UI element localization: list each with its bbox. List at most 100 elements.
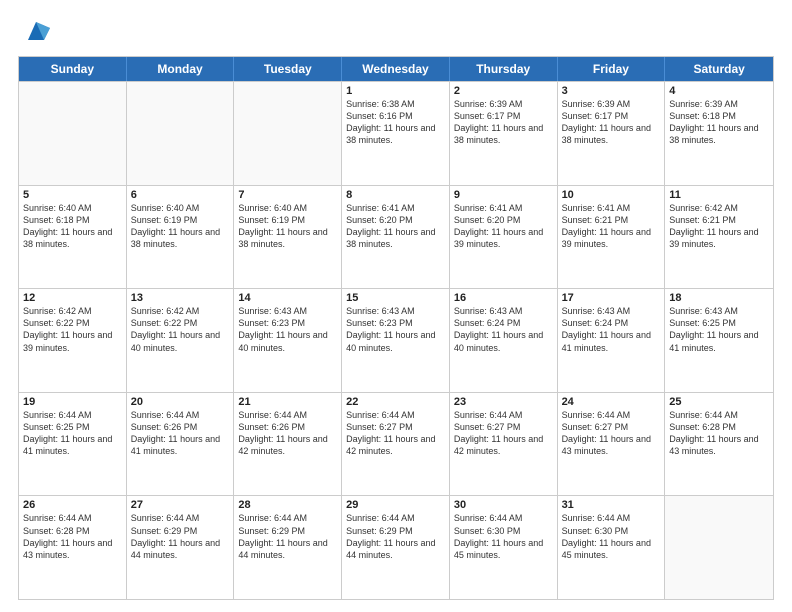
day-cell-24: 24Sunrise: 6:44 AM Sunset: 6:27 PM Dayli… xyxy=(558,393,666,496)
day-cell-19: 19Sunrise: 6:44 AM Sunset: 6:25 PM Dayli… xyxy=(19,393,127,496)
day-number: 8 xyxy=(346,189,445,201)
day-number: 13 xyxy=(131,292,230,304)
day-number: 27 xyxy=(131,499,230,511)
logo-icon xyxy=(22,18,50,46)
day-info: Sunrise: 6:44 AM Sunset: 6:27 PM Dayligh… xyxy=(346,409,445,458)
calendar-row-0: 1Sunrise: 6:38 AM Sunset: 6:16 PM Daylig… xyxy=(19,81,773,185)
day-cell-26: 26Sunrise: 6:44 AM Sunset: 6:28 PM Dayli… xyxy=(19,496,127,599)
day-info: Sunrise: 6:44 AM Sunset: 6:26 PM Dayligh… xyxy=(131,409,230,458)
day-info: Sunrise: 6:44 AM Sunset: 6:28 PM Dayligh… xyxy=(669,409,769,458)
page: SundayMondayTuesdayWednesdayThursdayFrid… xyxy=(0,0,792,612)
day-info: Sunrise: 6:43 AM Sunset: 6:25 PM Dayligh… xyxy=(669,305,769,354)
empty-cell xyxy=(234,82,342,185)
day-number: 30 xyxy=(454,499,553,511)
day-cell-18: 18Sunrise: 6:43 AM Sunset: 6:25 PM Dayli… xyxy=(665,289,773,392)
day-info: Sunrise: 6:44 AM Sunset: 6:25 PM Dayligh… xyxy=(23,409,122,458)
day-number: 25 xyxy=(669,396,769,408)
empty-cell xyxy=(127,82,235,185)
day-cell-4: 4Sunrise: 6:39 AM Sunset: 6:18 PM Daylig… xyxy=(665,82,773,185)
day-info: Sunrise: 6:42 AM Sunset: 6:22 PM Dayligh… xyxy=(131,305,230,354)
day-info: Sunrise: 6:43 AM Sunset: 6:23 PM Dayligh… xyxy=(238,305,337,354)
day-info: Sunrise: 6:44 AM Sunset: 6:29 PM Dayligh… xyxy=(131,512,230,561)
day-info: Sunrise: 6:44 AM Sunset: 6:30 PM Dayligh… xyxy=(562,512,661,561)
day-number: 22 xyxy=(346,396,445,408)
day-cell-28: 28Sunrise: 6:44 AM Sunset: 6:29 PM Dayli… xyxy=(234,496,342,599)
calendar-row-3: 19Sunrise: 6:44 AM Sunset: 6:25 PM Dayli… xyxy=(19,392,773,496)
day-number: 1 xyxy=(346,85,445,97)
day-info: Sunrise: 6:38 AM Sunset: 6:16 PM Dayligh… xyxy=(346,98,445,147)
day-info: Sunrise: 6:40 AM Sunset: 6:19 PM Dayligh… xyxy=(131,202,230,251)
calendar-row-4: 26Sunrise: 6:44 AM Sunset: 6:28 PM Dayli… xyxy=(19,495,773,599)
day-info: Sunrise: 6:39 AM Sunset: 6:17 PM Dayligh… xyxy=(454,98,553,147)
day-cell-7: 7Sunrise: 6:40 AM Sunset: 6:19 PM Daylig… xyxy=(234,186,342,289)
day-number: 9 xyxy=(454,189,553,201)
day-number: 24 xyxy=(562,396,661,408)
day-number: 10 xyxy=(562,189,661,201)
weekday-header-thursday: Thursday xyxy=(450,57,558,81)
day-number: 5 xyxy=(23,189,122,201)
day-number: 12 xyxy=(23,292,122,304)
day-number: 14 xyxy=(238,292,337,304)
day-cell-25: 25Sunrise: 6:44 AM Sunset: 6:28 PM Dayli… xyxy=(665,393,773,496)
weekday-header-wednesday: Wednesday xyxy=(342,57,450,81)
weekday-header-monday: Monday xyxy=(127,57,235,81)
day-cell-6: 6Sunrise: 6:40 AM Sunset: 6:19 PM Daylig… xyxy=(127,186,235,289)
day-number: 3 xyxy=(562,85,661,97)
day-info: Sunrise: 6:41 AM Sunset: 6:20 PM Dayligh… xyxy=(454,202,553,251)
day-number: 29 xyxy=(346,499,445,511)
day-info: Sunrise: 6:44 AM Sunset: 6:30 PM Dayligh… xyxy=(454,512,553,561)
calendar: SundayMondayTuesdayWednesdayThursdayFrid… xyxy=(18,56,774,600)
calendar-body: 1Sunrise: 6:38 AM Sunset: 6:16 PM Daylig… xyxy=(19,81,773,599)
day-cell-3: 3Sunrise: 6:39 AM Sunset: 6:17 PM Daylig… xyxy=(558,82,666,185)
day-number: 19 xyxy=(23,396,122,408)
day-info: Sunrise: 6:39 AM Sunset: 6:18 PM Dayligh… xyxy=(669,98,769,147)
weekday-header-saturday: Saturday xyxy=(665,57,773,81)
empty-cell xyxy=(19,82,127,185)
day-info: Sunrise: 6:43 AM Sunset: 6:24 PM Dayligh… xyxy=(454,305,553,354)
day-cell-21: 21Sunrise: 6:44 AM Sunset: 6:26 PM Dayli… xyxy=(234,393,342,496)
day-info: Sunrise: 6:44 AM Sunset: 6:26 PM Dayligh… xyxy=(238,409,337,458)
day-info: Sunrise: 6:44 AM Sunset: 6:28 PM Dayligh… xyxy=(23,512,122,561)
day-info: Sunrise: 6:41 AM Sunset: 6:20 PM Dayligh… xyxy=(346,202,445,251)
weekday-header-sunday: Sunday xyxy=(19,57,127,81)
day-number: 28 xyxy=(238,499,337,511)
calendar-row-2: 12Sunrise: 6:42 AM Sunset: 6:22 PM Dayli… xyxy=(19,288,773,392)
day-info: Sunrise: 6:40 AM Sunset: 6:19 PM Dayligh… xyxy=(238,202,337,251)
weekday-header-friday: Friday xyxy=(558,57,666,81)
day-cell-9: 9Sunrise: 6:41 AM Sunset: 6:20 PM Daylig… xyxy=(450,186,558,289)
day-number: 21 xyxy=(238,396,337,408)
day-cell-31: 31Sunrise: 6:44 AM Sunset: 6:30 PM Dayli… xyxy=(558,496,666,599)
day-info: Sunrise: 6:44 AM Sunset: 6:29 PM Dayligh… xyxy=(238,512,337,561)
header xyxy=(18,18,774,46)
empty-cell xyxy=(665,496,773,599)
day-cell-13: 13Sunrise: 6:42 AM Sunset: 6:22 PM Dayli… xyxy=(127,289,235,392)
day-info: Sunrise: 6:41 AM Sunset: 6:21 PM Dayligh… xyxy=(562,202,661,251)
day-info: Sunrise: 6:42 AM Sunset: 6:22 PM Dayligh… xyxy=(23,305,122,354)
day-cell-29: 29Sunrise: 6:44 AM Sunset: 6:29 PM Dayli… xyxy=(342,496,450,599)
day-info: Sunrise: 6:39 AM Sunset: 6:17 PM Dayligh… xyxy=(562,98,661,147)
weekday-header-tuesday: Tuesday xyxy=(234,57,342,81)
day-cell-23: 23Sunrise: 6:44 AM Sunset: 6:27 PM Dayli… xyxy=(450,393,558,496)
day-info: Sunrise: 6:42 AM Sunset: 6:21 PM Dayligh… xyxy=(669,202,769,251)
day-number: 18 xyxy=(669,292,769,304)
day-cell-1: 1Sunrise: 6:38 AM Sunset: 6:16 PM Daylig… xyxy=(342,82,450,185)
day-cell-12: 12Sunrise: 6:42 AM Sunset: 6:22 PM Dayli… xyxy=(19,289,127,392)
day-cell-27: 27Sunrise: 6:44 AM Sunset: 6:29 PM Dayli… xyxy=(127,496,235,599)
day-number: 15 xyxy=(346,292,445,304)
day-info: Sunrise: 6:44 AM Sunset: 6:27 PM Dayligh… xyxy=(454,409,553,458)
day-cell-11: 11Sunrise: 6:42 AM Sunset: 6:21 PM Dayli… xyxy=(665,186,773,289)
day-cell-2: 2Sunrise: 6:39 AM Sunset: 6:17 PM Daylig… xyxy=(450,82,558,185)
day-number: 31 xyxy=(562,499,661,511)
day-number: 11 xyxy=(669,189,769,201)
day-cell-10: 10Sunrise: 6:41 AM Sunset: 6:21 PM Dayli… xyxy=(558,186,666,289)
day-cell-8: 8Sunrise: 6:41 AM Sunset: 6:20 PM Daylig… xyxy=(342,186,450,289)
day-info: Sunrise: 6:44 AM Sunset: 6:27 PM Dayligh… xyxy=(562,409,661,458)
day-number: 26 xyxy=(23,499,122,511)
calendar-header: SundayMondayTuesdayWednesdayThursdayFrid… xyxy=(19,57,773,81)
day-number: 6 xyxy=(131,189,230,201)
day-cell-20: 20Sunrise: 6:44 AM Sunset: 6:26 PM Dayli… xyxy=(127,393,235,496)
logo xyxy=(18,18,50,46)
day-info: Sunrise: 6:43 AM Sunset: 6:23 PM Dayligh… xyxy=(346,305,445,354)
day-number: 7 xyxy=(238,189,337,201)
calendar-row-1: 5Sunrise: 6:40 AM Sunset: 6:18 PM Daylig… xyxy=(19,185,773,289)
